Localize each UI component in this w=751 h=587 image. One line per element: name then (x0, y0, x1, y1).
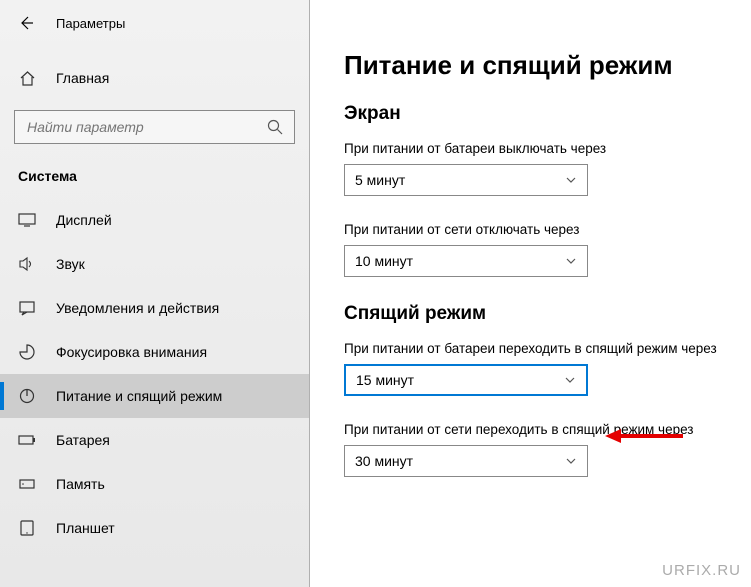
focus-icon (18, 343, 36, 361)
watermark: URFIX.RU (662, 562, 741, 579)
sidebar: Параметры Главная Система Дисплей Звук (0, 0, 310, 587)
nav-label: Батарея (56, 432, 110, 448)
chevron-down-icon (565, 455, 577, 467)
tablet-icon (18, 519, 36, 537)
sleep-battery-dropdown[interactable]: 15 минут (344, 364, 588, 396)
sound-icon (18, 255, 36, 273)
sidebar-item-notifications[interactable]: Уведомления и действия (0, 286, 309, 330)
notifications-icon (18, 299, 36, 317)
chevron-down-icon (565, 174, 577, 186)
dropdown-value: 30 минут (355, 453, 413, 469)
nav-label: Звук (56, 256, 85, 272)
dropdown-value: 10 минут (355, 253, 413, 269)
sleep-battery-label: При питании от батареи переходить в спящ… (344, 341, 751, 356)
sleep-plugged-label: При питании от сети переходить в спящий … (344, 422, 751, 437)
dropdown-value: 15 минут (356, 372, 414, 388)
sidebar-item-battery[interactable]: Батарея (0, 418, 309, 462)
nav-label: Питание и спящий режим (56, 388, 222, 404)
section-heading-screen: Экран (344, 103, 751, 125)
sidebar-item-focus[interactable]: Фокусировка внимания (0, 330, 309, 374)
nav-label: Уведомления и действия (56, 300, 219, 316)
sidebar-item-sound[interactable]: Звук (0, 242, 309, 286)
nav-label: Дисплей (56, 212, 112, 228)
power-icon (18, 387, 36, 405)
section-label: Система (0, 168, 309, 184)
sidebar-item-home[interactable]: Главная (0, 58, 309, 98)
sidebar-item-storage[interactable]: Память (0, 462, 309, 506)
battery-icon (18, 431, 36, 449)
screen-battery-dropdown[interactable]: 5 минут (344, 164, 588, 196)
screen-plugged-dropdown[interactable]: 10 минут (344, 245, 588, 277)
sleep-plugged-dropdown[interactable]: 30 минут (344, 445, 588, 477)
back-icon[interactable] (18, 15, 34, 31)
screen-battery-label: При питании от батареи выключать через (344, 141, 751, 156)
dropdown-value: 5 минут (355, 172, 405, 188)
sidebar-item-display[interactable]: Дисплей (0, 198, 309, 242)
storage-icon (18, 475, 36, 493)
header: Параметры (0, 0, 309, 46)
home-label: Главная (56, 70, 109, 86)
screen-plugged-label: При питании от сети отключать через (344, 222, 751, 237)
search-icon (266, 118, 284, 136)
page-heading: Питание и спящий режим (344, 50, 751, 81)
home-icon (18, 69, 36, 87)
section-heading-sleep: Спящий режим (344, 303, 751, 325)
window-title: Параметры (56, 16, 125, 31)
chevron-down-icon (565, 255, 577, 267)
chevron-down-icon (564, 374, 576, 386)
nav-label: Планшет (56, 520, 115, 536)
search-input[interactable] (14, 110, 295, 144)
search-field[interactable] (25, 118, 245, 136)
display-icon (18, 211, 36, 229)
sidebar-item-tablet[interactable]: Планшет (0, 506, 309, 550)
sidebar-item-power-sleep[interactable]: Питание и спящий режим (0, 374, 309, 418)
main-content: Питание и спящий режим Экран При питании… (310, 0, 751, 587)
nav-label: Фокусировка внимания (56, 344, 207, 360)
nav-label: Память (56, 476, 105, 492)
nav-list: Дисплей Звук Уведомления и действия Фоку… (0, 198, 309, 550)
